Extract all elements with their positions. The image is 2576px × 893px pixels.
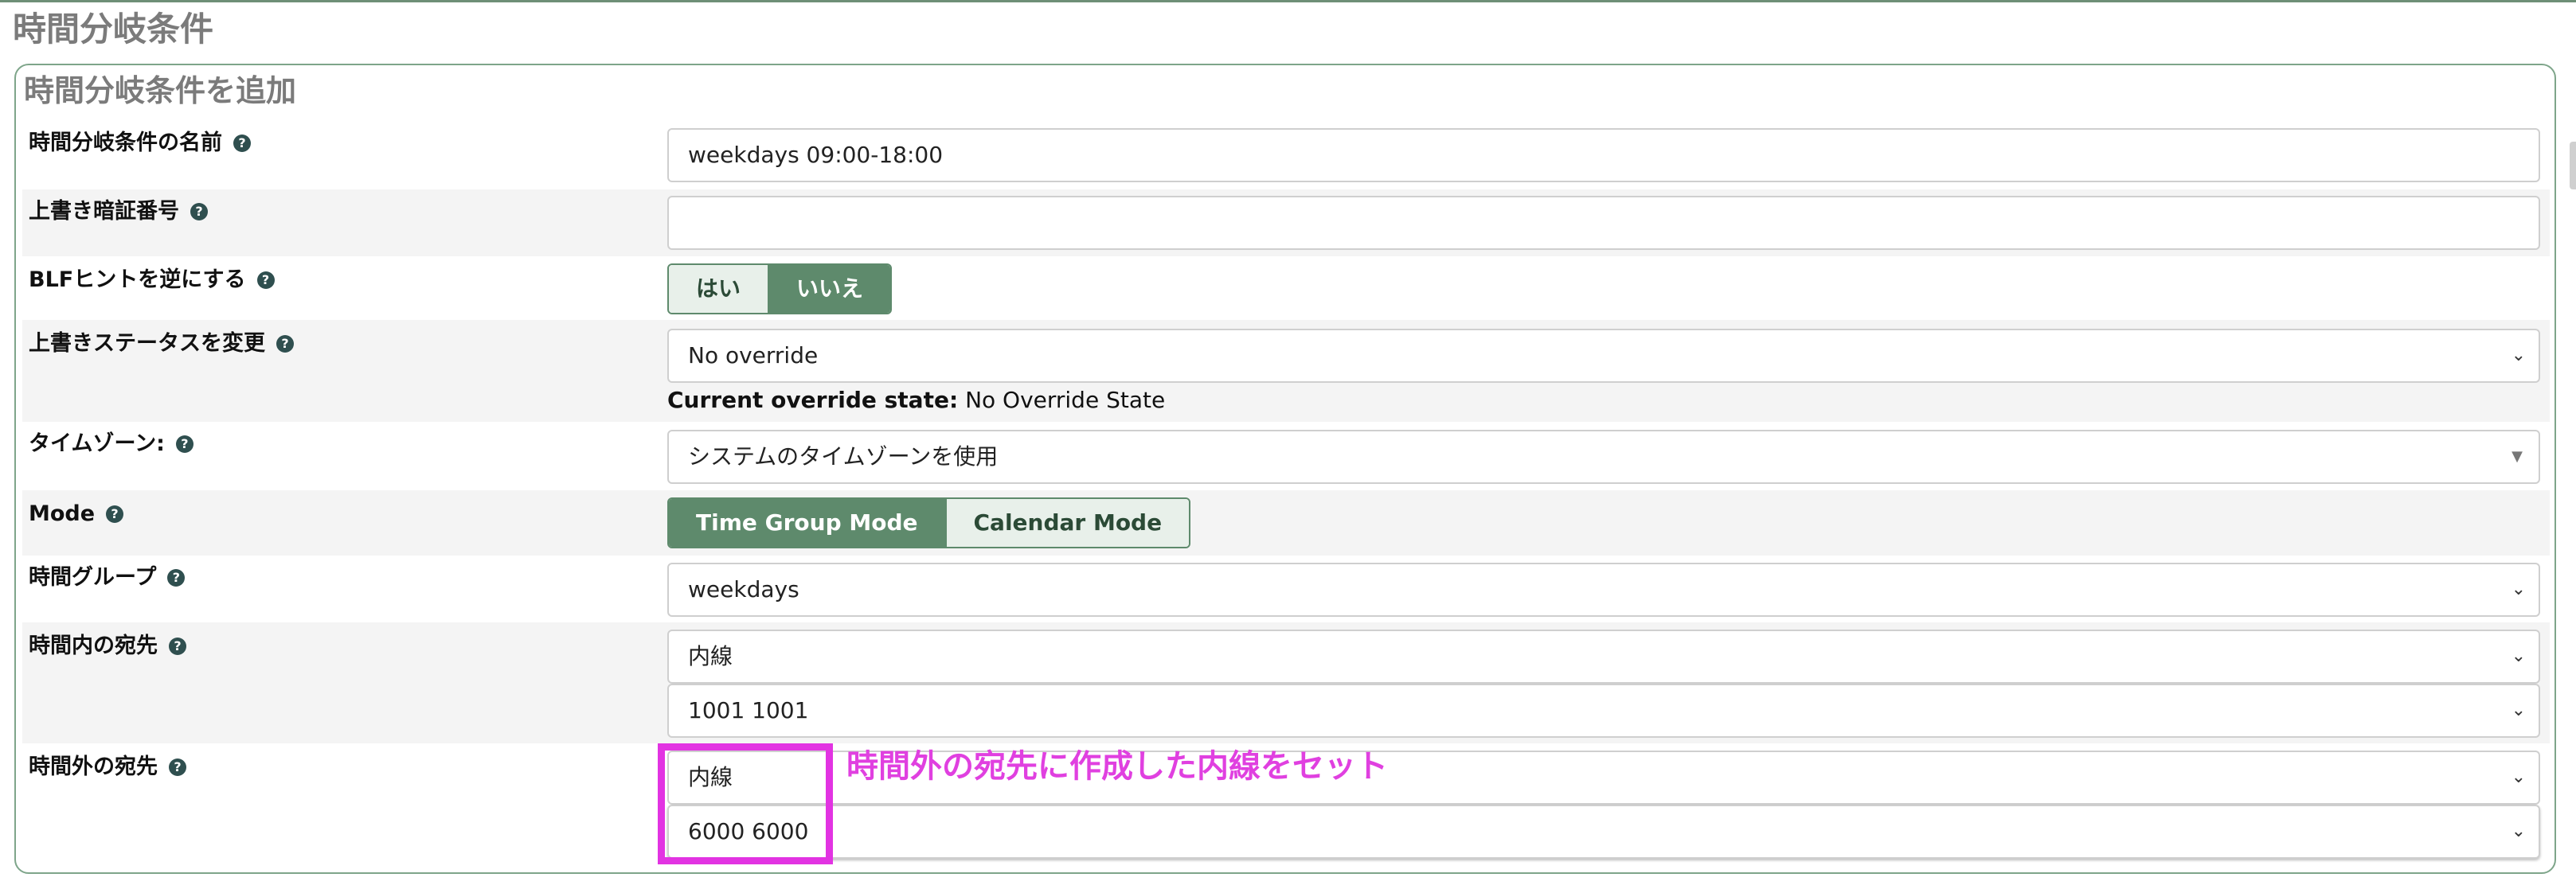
blf-no-button[interactable]: いいえ (768, 265, 891, 313)
current-override-label: Current override state: (667, 387, 959, 413)
override-code-input[interactable] (667, 196, 2540, 250)
calendar-mode-button[interactable]: Calendar Mode (944, 499, 1190, 547)
help-icon[interactable]: ? (233, 135, 251, 152)
scrollbar-edge (2570, 142, 2576, 189)
blf-yes-button[interactable]: はい (669, 265, 768, 313)
dest-in-type-value: 内線 (688, 643, 733, 669)
chevron-down-icon: ⌄ (2511, 646, 2526, 666)
timezone-value: システムのタイムゾーンを使用 (688, 443, 999, 470)
current-override-value: No Override State (965, 387, 1166, 413)
name-label-text: 時間分岐条件の名前 (29, 131, 222, 155)
dest-in-type-select[interactable]: 内線 ⌄ (667, 630, 2540, 684)
blf-invert-label: BLFヒントを逆にする ? (29, 266, 275, 294)
help-icon[interactable]: ? (169, 638, 186, 655)
override-state-label: 上書きステータスを変更 ? (29, 330, 294, 358)
time-group-select[interactable]: weekdays ⌄ (667, 563, 2540, 617)
override-code-label: 上書き暗証番号 ? (29, 197, 208, 226)
override-state-select[interactable]: No override ⌄ (667, 329, 2540, 383)
row-blf-invert: BLFヒントを逆にする ? (22, 256, 2550, 320)
mode-label-text: Mode (29, 501, 96, 526)
help-icon[interactable]: ? (106, 505, 124, 523)
dest-in-label-text: 時間内の宛先 (29, 634, 158, 658)
blf-invert-toggle: はい いいえ (667, 263, 893, 314)
help-icon[interactable]: ? (169, 758, 186, 776)
time-group-value: weekdays (688, 576, 799, 602)
top-border (0, 0, 2576, 2)
dest-out-label: 時間外の宛先 ? (29, 753, 186, 782)
time-group-label-text: 時間グループ (29, 565, 157, 590)
mode-label: Mode ? (29, 500, 124, 528)
chevron-down-icon: ⌄ (2511, 345, 2526, 365)
mode-toggle: Time Group Mode Calendar Mode (667, 497, 1191, 548)
time-group-label: 時間グループ ? (29, 563, 186, 592)
chevron-down-icon: ⌄ (2511, 821, 2526, 841)
blf-invert-label-text: BLFヒントを逆にする (29, 267, 246, 292)
timezone-label-text: タイムゾーン: (29, 431, 165, 456)
dest-out-label-text: 時間外の宛先 (29, 755, 158, 779)
help-icon[interactable]: ? (256, 271, 275, 289)
help-icon[interactable]: ? (190, 203, 208, 220)
page-title: 時間分岐条件 (13, 10, 214, 49)
override-state-label-text: 上書きステータスを変更 (29, 331, 265, 356)
dest-in-label: 時間内の宛先 ? (29, 632, 186, 661)
name-input[interactable]: weekdays 09:00-18:00 (667, 128, 2540, 182)
help-icon[interactable]: ? (175, 435, 193, 453)
dest-in-target-value: 1001 1001 (688, 697, 809, 723)
chevron-down-icon: ⌄ (2511, 700, 2526, 720)
section-title: 時間分岐条件を追加 (24, 73, 297, 108)
highlight-box (658, 743, 833, 864)
name-label: 時間分岐条件の名前 ? (29, 129, 251, 158)
timezone-label: タイムゾーン: ? (29, 430, 193, 458)
current-override-state: Current override state: No Override Stat… (667, 385, 1165, 415)
dest-in-target-select[interactable]: 1001 1001 ⌄ (667, 684, 2540, 738)
override-state-value: No override (688, 342, 819, 369)
help-icon[interactable]: ? (276, 335, 294, 353)
dest-out-target-select[interactable]: 6000 6000 ⌄ (667, 805, 2540, 859)
override-code-label-text: 上書き暗証番号 (29, 199, 179, 224)
caret-down-icon: ▼ (2512, 448, 2523, 465)
row-mode: Mode ? (22, 490, 2550, 556)
annotation-text: 時間外の宛先に作成した内線をセット (846, 748, 1388, 785)
chevron-down-icon: ⌄ (2511, 767, 2526, 787)
help-icon[interactable]: ? (167, 569, 186, 587)
name-input-value: weekdays 09:00-18:00 (688, 142, 944, 168)
timezone-select[interactable]: システムのタイムゾーンを使用 ▼ (667, 430, 2540, 484)
chevron-down-icon: ⌄ (2511, 579, 2526, 599)
time-group-mode-button[interactable]: Time Group Mode (669, 499, 945, 547)
